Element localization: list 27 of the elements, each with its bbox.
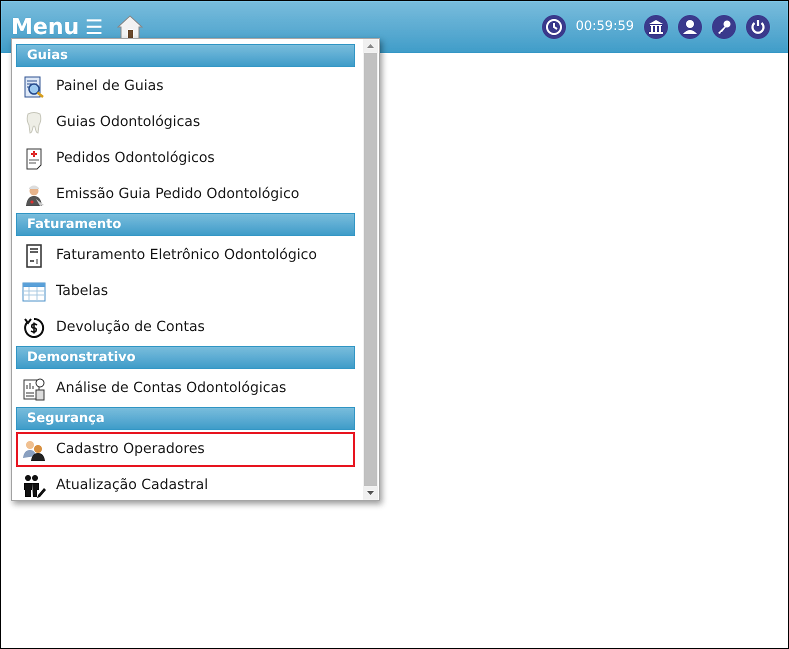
menu-item[interactable]: Painel de Guias bbox=[16, 69, 355, 104]
key-icon[interactable] bbox=[712, 15, 736, 39]
report-calculator-icon bbox=[22, 376, 46, 400]
section-header: Demonstrativo bbox=[16, 346, 355, 369]
menu-item[interactable]: Emissão Guia Pedido Odontológico bbox=[16, 177, 355, 212]
menu-item[interactable]: Devolução de Contas bbox=[16, 310, 355, 345]
power-icon[interactable] bbox=[746, 15, 770, 39]
dollar-cycle-icon bbox=[22, 316, 46, 340]
session-timer: 00:59:59 bbox=[576, 18, 634, 36]
people-pencil-icon bbox=[22, 474, 46, 498]
menu-item[interactable]: Tabelas bbox=[16, 274, 355, 309]
menu-item[interactable]: Cadastro Operadores bbox=[16, 432, 355, 467]
scrollbar[interactable] bbox=[363, 39, 378, 500]
section-header: Guias bbox=[16, 44, 355, 67]
section-header: Segurança bbox=[16, 407, 355, 430]
menu-item[interactable]: Faturamento Eletrônico Odontológico bbox=[16, 238, 355, 273]
menu-item[interactable]: Pedidos Odontológicos bbox=[16, 141, 355, 176]
table-icon bbox=[22, 280, 46, 304]
section-header: Faturamento bbox=[16, 213, 355, 236]
bank-icon[interactable] bbox=[644, 15, 668, 39]
user-icon[interactable] bbox=[678, 15, 702, 39]
scrollbar-thumb[interactable] bbox=[364, 53, 377, 486]
document-magnifier-icon bbox=[22, 74, 46, 98]
clock-icon[interactable] bbox=[542, 15, 566, 39]
menu-item[interactable]: Atualização Cadastral bbox=[16, 468, 355, 503]
menu-item[interactable]: Análise de Contas Odontológicas bbox=[16, 371, 355, 406]
menu-item[interactable]: Guias Odontológicas bbox=[16, 105, 355, 140]
